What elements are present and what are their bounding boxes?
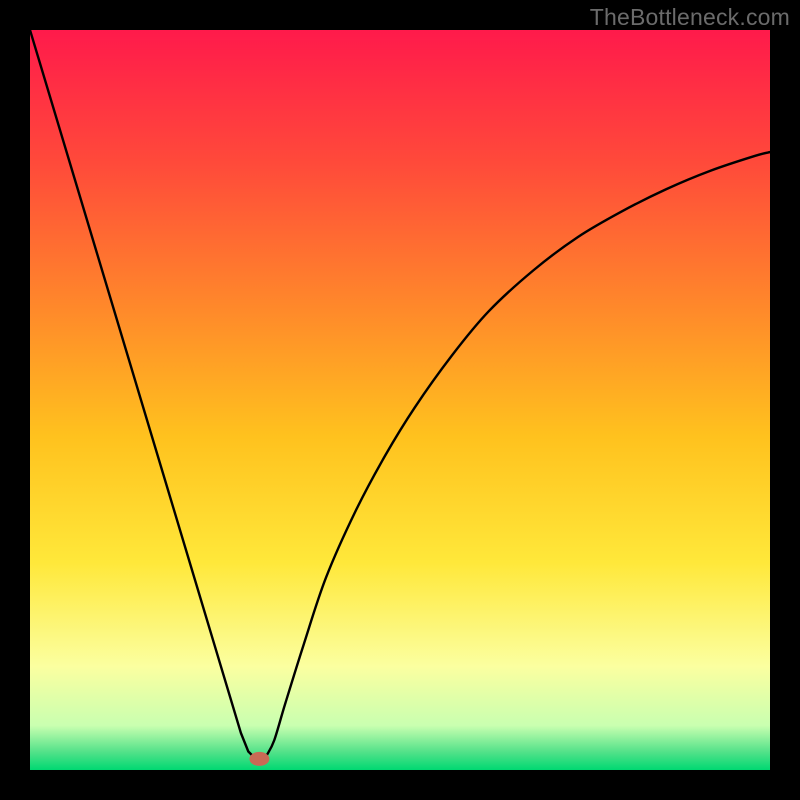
chart-area <box>30 30 770 770</box>
watermark-text: TheBottleneck.com <box>590 4 790 31</box>
chart-svg <box>30 30 770 770</box>
marker-dot <box>249 752 269 766</box>
outer-frame: TheBottleneck.com <box>0 0 800 800</box>
